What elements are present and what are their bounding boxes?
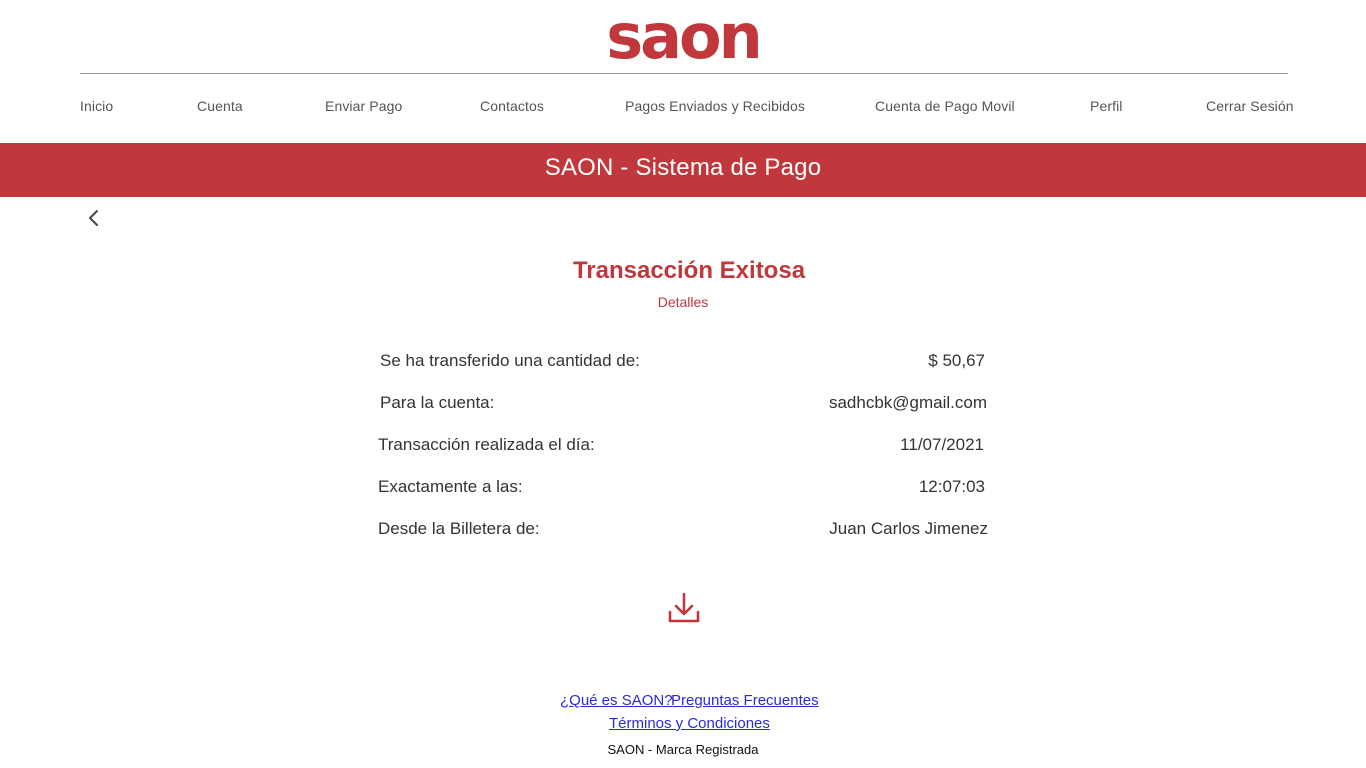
nav-item-cuenta-pago-movil[interactable]: Cuenta de Pago Movil bbox=[875, 98, 1015, 114]
banner-title: SAON - Sistema de Pago bbox=[544, 154, 822, 181]
account-label: Para la cuenta: bbox=[380, 393, 495, 412]
date-value: 11/07/2021 bbox=[900, 435, 984, 454]
wallet-label: Desde la Billetera de: bbox=[378, 519, 540, 538]
footer-link-que-es-saon[interactable]: ¿Qué es SAON? bbox=[560, 692, 673, 709]
main-nav: Inicio Cuenta Enviar Pago Contactos Pago… bbox=[80, 98, 1294, 118]
time-value: 12:07:03 bbox=[918, 477, 985, 496]
footer-trademark: SAON - Marca Registrada bbox=[607, 742, 759, 757]
footer-link-terminos-condiciones[interactable]: Términos y Condiciones bbox=[609, 715, 770, 732]
nav-item-contactos[interactable]: Contactos bbox=[480, 98, 544, 114]
details-subtitle: Detalles bbox=[657, 294, 709, 310]
nav-item-enviar-pago[interactable]: Enviar Pago bbox=[325, 98, 402, 114]
chevron-left-icon[interactable] bbox=[84, 207, 104, 229]
nav-item-pagos-enviados-recibidos[interactable]: Pagos Enviados y Recibidos bbox=[625, 98, 805, 114]
header-divider bbox=[80, 73, 1288, 74]
wallet-value: Juan Carlos Jimenez bbox=[829, 519, 988, 538]
footer-link-preguntas-frecuentes[interactable]: Preguntas Frecuentes bbox=[671, 692, 819, 709]
amount-value: $ 50,67 bbox=[928, 351, 985, 370]
download-icon[interactable] bbox=[665, 590, 703, 628]
nav-item-perfil[interactable]: Perfil bbox=[1090, 98, 1123, 114]
nav-item-cuenta[interactable]: Cuenta bbox=[197, 98, 243, 114]
account-value: sadhcbk@gmail.com bbox=[828, 393, 987, 412]
header: saon Inicio Cuenta Enviar Pago Contactos… bbox=[0, 0, 1366, 143]
saon-logo[interactable]: saon bbox=[588, 10, 778, 64]
time-label: Exactamente a las: bbox=[378, 477, 523, 496]
transaction-title: Transacción Exitosa bbox=[572, 257, 806, 284]
amount-label: Se ha transferido una cantidad de: bbox=[380, 351, 640, 370]
date-label: Transacción realizada el día: bbox=[378, 435, 595, 454]
nav-item-inicio[interactable]: Inicio bbox=[80, 98, 113, 114]
nav-item-cerrar-sesion[interactable]: Cerrar Sesión bbox=[1206, 98, 1294, 114]
svg-text:saon: saon bbox=[606, 10, 759, 64]
